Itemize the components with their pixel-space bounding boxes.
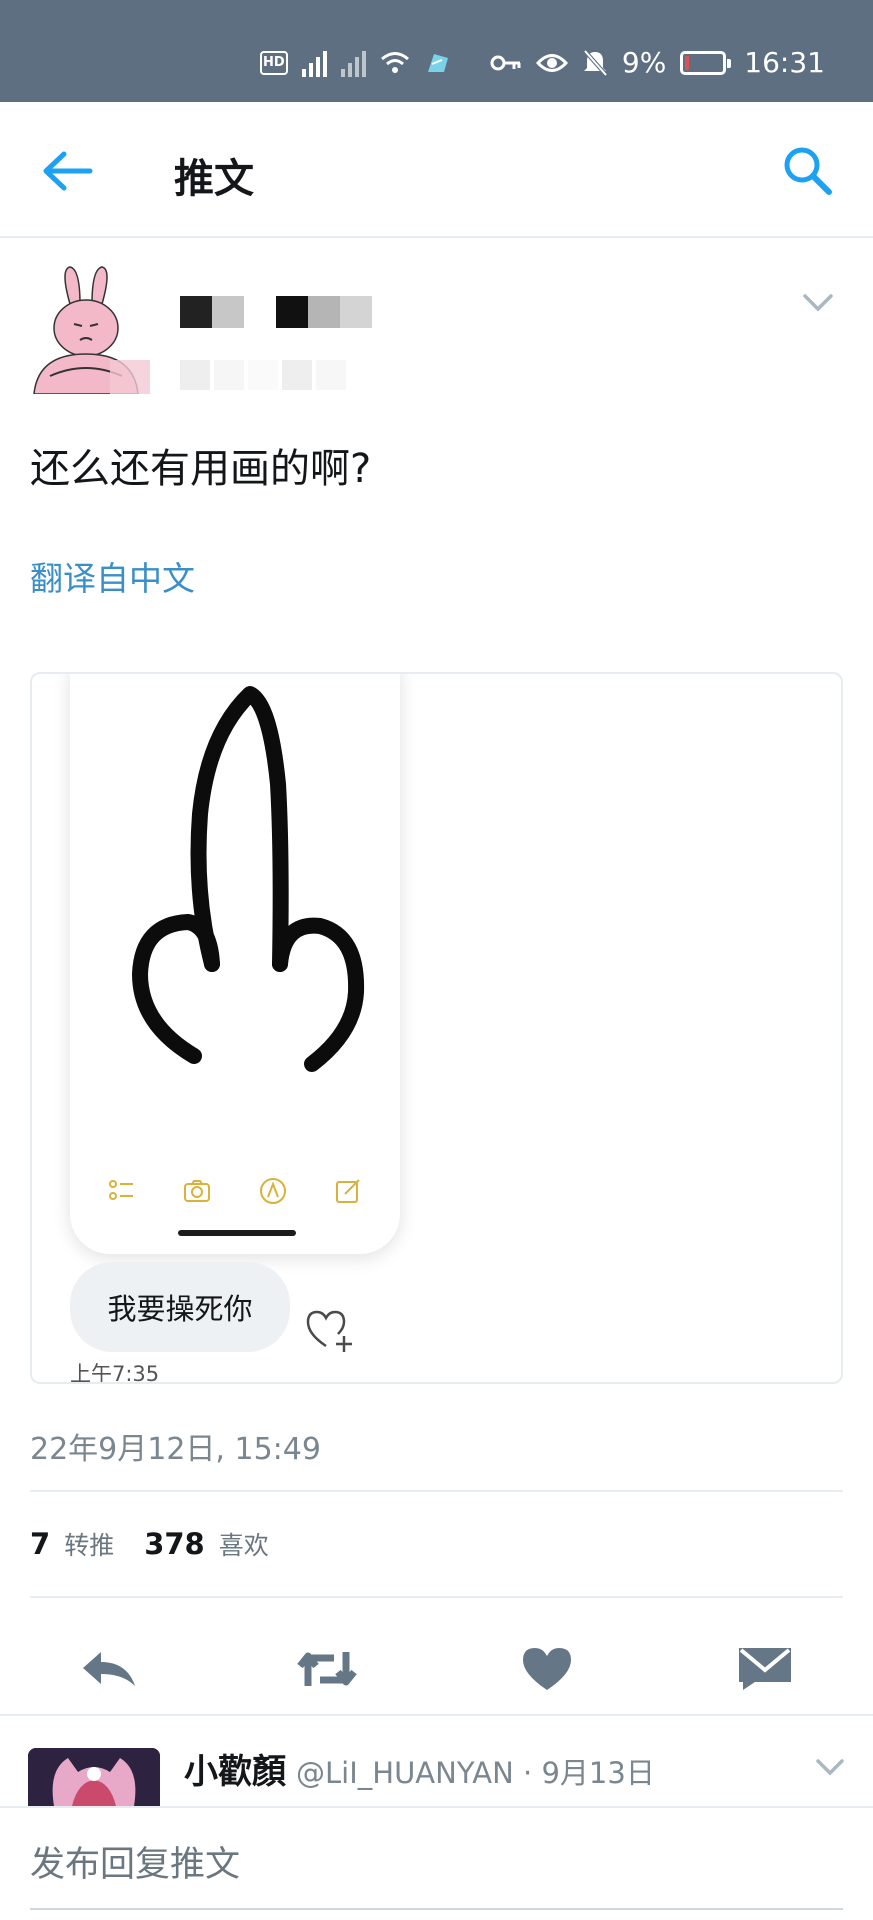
checklist-icon <box>107 1176 137 1206</box>
battery-icon <box>680 50 732 75</box>
battery-percent: 9% <box>621 46 667 79</box>
retweet-icon <box>297 1652 357 1686</box>
reply-author-handle: @LiI_HUANYAN · 9月13日 <box>296 1756 655 1790</box>
chat-time: 上午7:35 <box>70 1362 160 1384</box>
status-bar: HD 9% 16:31 <box>0 0 873 102</box>
compose-note-icon <box>333 1176 363 1206</box>
app-notification-icon <box>424 50 452 76</box>
divider <box>0 1714 873 1716</box>
heart-icon <box>523 1648 571 1690</box>
bell-off-icon <box>582 49 608 77</box>
translate-tweet-link[interactable]: 翻译自中文 <box>30 552 195 600</box>
tweet-timestamp: 22年9月12日, 15:49 <box>30 1432 321 1467</box>
page-title: 推文 <box>174 156 254 202</box>
reply-input-placeholder[interactable]: 发布回复推文 <box>30 1836 240 1887</box>
input-underline <box>30 1908 843 1910</box>
tweet-stats: 7 转推 378 喜欢 <box>30 1526 299 1562</box>
status-time: 16:31 <box>744 46 825 79</box>
author-name-pixelated <box>180 296 372 328</box>
chat-bubble: 我要操死你 <box>70 1262 290 1352</box>
like-label[interactable]: 喜欢 <box>219 1526 269 1562</box>
signal-5g-icon <box>301 49 327 77</box>
tweet-actions <box>0 1624 873 1714</box>
notes-toolbar <box>70 1176 400 1206</box>
anime-avatar-image <box>28 1748 160 1806</box>
reply-author-name[interactable]: 小歡顏 <box>184 1744 286 1793</box>
reply-author-avatar[interactable] <box>28 1748 160 1806</box>
reply-button[interactable] <box>74 1634 144 1704</box>
hand-drawing <box>131 686 365 1072</box>
retweet-label[interactable]: 转推 <box>64 1526 114 1562</box>
like-button[interactable] <box>512 1634 582 1704</box>
heart-plus-icon <box>304 1306 356 1354</box>
phone-screenshot <box>70 674 400 1254</box>
author-avatar[interactable] <box>30 264 150 395</box>
retweet-button[interactable] <box>292 1634 362 1704</box>
top-app-bar: 推文 <box>0 102 873 238</box>
back-button[interactable] <box>40 146 96 196</box>
chevron-down-icon <box>816 1759 844 1776</box>
tweet-media-image[interactable]: 我要操死你 上午7:35 <box>30 672 843 1384</box>
reply-menu-button[interactable] <box>815 1758 845 1778</box>
battery-level-fill <box>685 55 689 70</box>
eye-icon <box>535 52 568 74</box>
author-handle-pixelated <box>180 360 346 390</box>
rabbit-avatar-image <box>33 266 150 395</box>
markup-pen-icon <box>258 1176 288 1206</box>
hd-icon: HD <box>259 50 288 75</box>
divider <box>30 1596 843 1598</box>
key-icon <box>490 53 522 73</box>
retweet-count[interactable]: 7 <box>30 1527 50 1561</box>
search-button[interactable] <box>779 142 835 198</box>
chevron-down-icon <box>803 294 833 312</box>
like-count[interactable]: 378 <box>144 1527 205 1561</box>
tweet-menu-button[interactable] <box>801 292 835 314</box>
reply-icon <box>83 1652 135 1686</box>
reply-compose-bar[interactable]: 发布回复推文 <box>0 1806 873 1920</box>
share-dm-button[interactable] <box>730 1634 800 1704</box>
status-icons: HD 9% 16:31 <box>259 46 825 79</box>
divider <box>30 1490 843 1492</box>
camera-icon <box>182 1176 212 1206</box>
arrow-left-icon <box>43 151 93 191</box>
signal-icon <box>340 49 366 77</box>
tweet-text: 还么还有用画的啊? <box>30 446 372 492</box>
reply-meta: 小歡顏 @LiI_HUANYAN · 9月13日 <box>184 1744 655 1793</box>
home-indicator <box>178 1230 296 1236</box>
wifi-icon <box>380 50 410 76</box>
envelope-icon <box>739 1648 791 1690</box>
search-icon <box>784 147 832 195</box>
